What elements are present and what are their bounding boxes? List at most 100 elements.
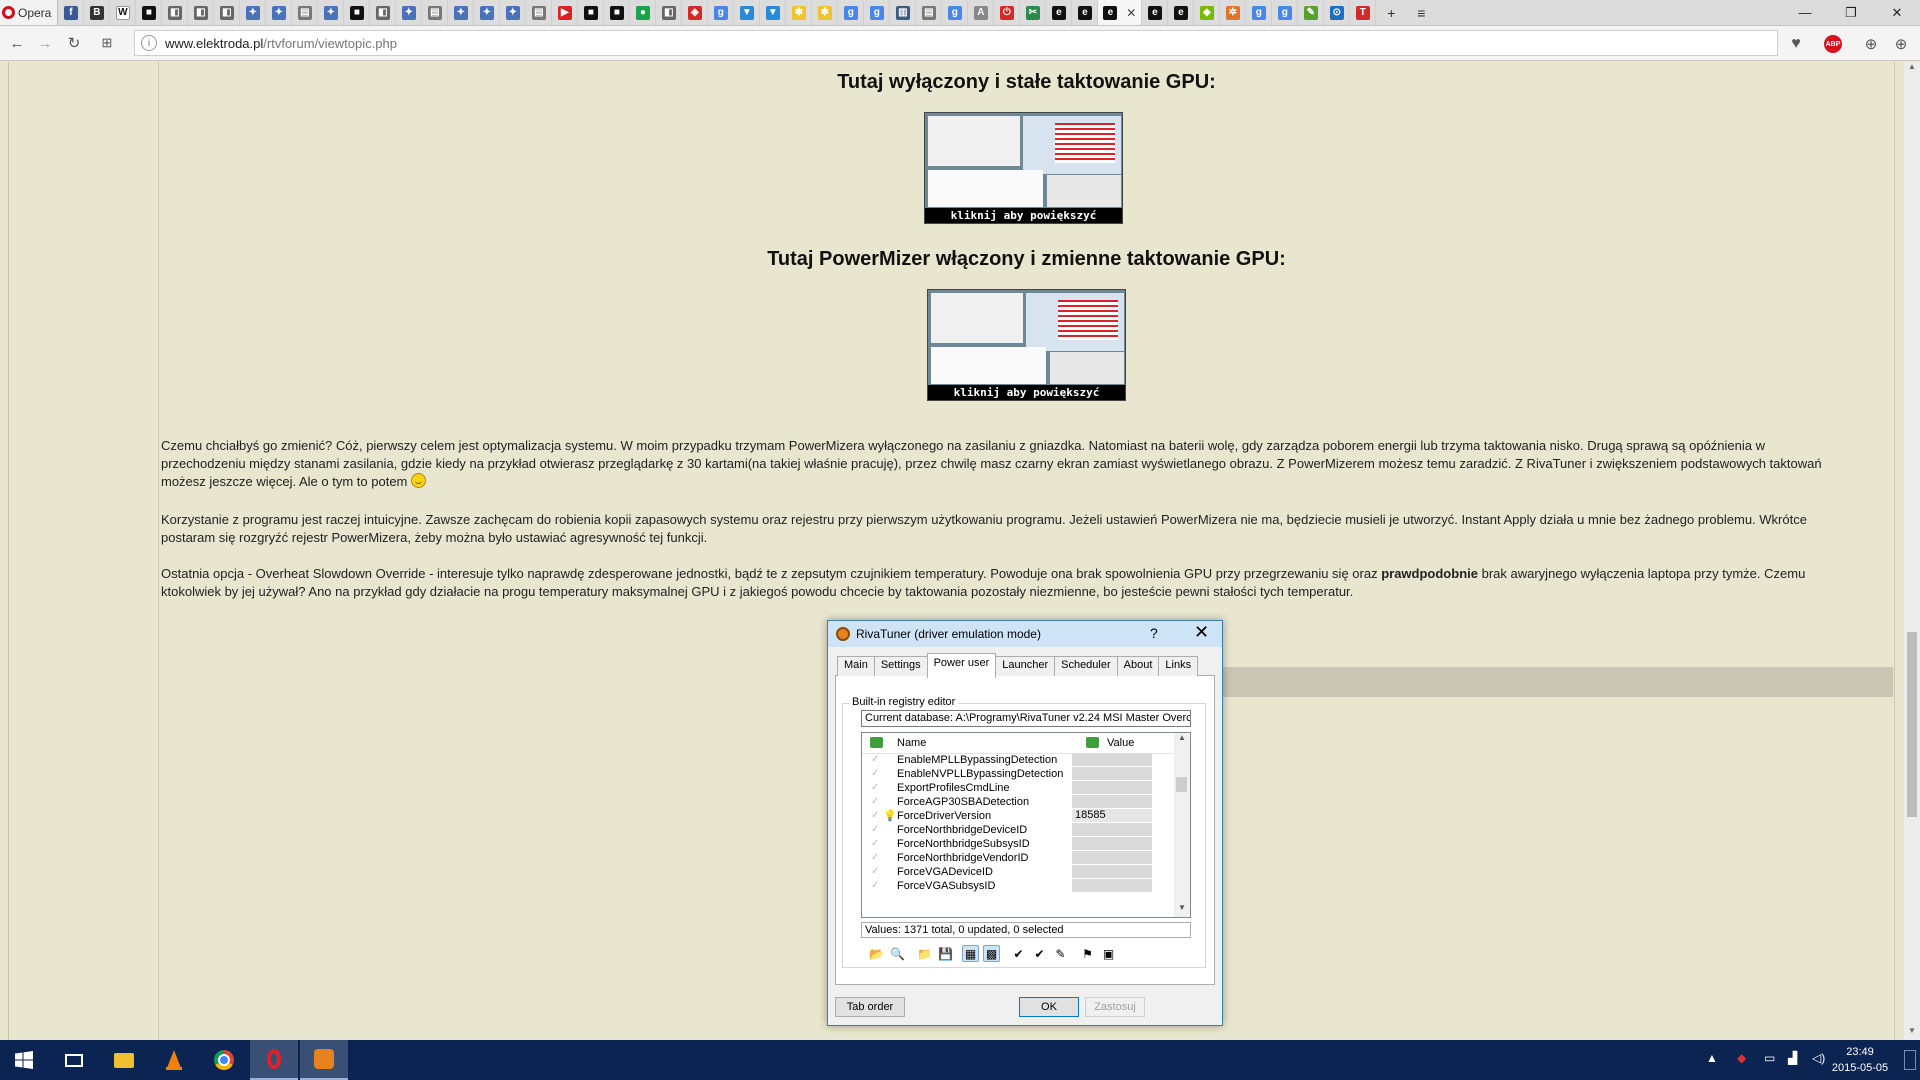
registry-row[interactable]: ✓ ForceNorthbridgeSubsysID xyxy=(862,837,1174,851)
rivatuner-taskbar-button[interactable] xyxy=(300,1040,348,1080)
tab-28[interactable]: ▼ xyxy=(760,0,787,25)
maximize-button[interactable]: ❐ xyxy=(1828,0,1874,25)
tab-17[interactable]: ✦ xyxy=(474,0,501,25)
scroll-up-icon[interactable]: ▲ xyxy=(1174,733,1190,747)
close-tab-icon[interactable]: ✕ xyxy=(1126,6,1136,20)
registry-row[interactable]: ✓ ExportProfilesCmdLine xyxy=(862,781,1174,795)
registry-key-value[interactable] xyxy=(1072,795,1152,808)
new-tab-button[interactable]: + xyxy=(1376,5,1406,21)
address-field[interactable]: i www.elektroda.pl/rtvforum/viewtopic.ph… xyxy=(134,30,1778,56)
tab-10[interactable]: ▤ xyxy=(292,0,319,25)
dialog-tab-settings[interactable]: Settings xyxy=(873,656,928,676)
check-icon[interactable]: ✓ xyxy=(871,782,883,794)
page-scrollbar[interactable]: ▲ ▼ xyxy=(1904,62,1920,1040)
dialog-tab-scheduler[interactable]: Scheduler xyxy=(1054,656,1118,676)
tab-order-button[interactable]: Tab order xyxy=(835,997,905,1017)
search-icon[interactable]: 🔍 xyxy=(889,945,906,962)
grid-scrollbar[interactable]: ▲ ▼ xyxy=(1174,733,1190,917)
check-icon[interactable]: ✓ xyxy=(871,768,883,780)
scroll-down-icon[interactable]: ▼ xyxy=(1174,903,1190,917)
tab-39[interactable]: e xyxy=(1046,0,1073,25)
minimize-button[interactable]: — xyxy=(1782,0,1828,25)
load-icon[interactable]: 📁 xyxy=(916,945,933,962)
tab-7[interactable]: ◧ xyxy=(214,0,241,25)
dialog-close-button[interactable]: ✕ xyxy=(1194,622,1209,643)
registry-key-value[interactable]: 18585 xyxy=(1072,809,1152,822)
tab-11[interactable]: ✦ xyxy=(318,0,345,25)
registry-key-value[interactable] xyxy=(1072,781,1152,794)
tab-1[interactable]: f xyxy=(58,0,85,25)
screenshot-thumbnail-2[interactable]: kliknij aby powiększyć xyxy=(927,289,1126,401)
check-all-icon[interactable]: ✔ xyxy=(1031,945,1048,962)
tab-6[interactable]: ◧ xyxy=(188,0,215,25)
tab-21[interactable]: ■ xyxy=(578,0,605,25)
help-button[interactable]: ? xyxy=(1150,625,1158,641)
registry-row[interactable]: ✓ ForceVGASubsysID xyxy=(862,879,1174,893)
registry-row[interactable]: ✓ ForceNorthbridgeVendorID xyxy=(862,851,1174,865)
tab-16[interactable]: ✦ xyxy=(448,0,475,25)
save-icon[interactable]: 💾 xyxy=(937,945,954,962)
close-window-button[interactable]: ✕ xyxy=(1874,0,1920,25)
registry-key-value[interactable] xyxy=(1072,767,1152,780)
tab-after-3[interactable]: ◆ xyxy=(1194,0,1221,25)
tab-24[interactable]: ◧ xyxy=(656,0,683,25)
dialog-tab-about[interactable]: About xyxy=(1116,656,1160,676)
tab-33[interactable]: ▥ xyxy=(890,0,917,25)
screenshot-thumbnail-1[interactable]: kliknij aby powiększyć xyxy=(924,112,1123,224)
tab-22[interactable]: ■ xyxy=(604,0,631,25)
tab-14[interactable]: ✦ xyxy=(396,0,423,25)
adblock-icon[interactable]: ABP xyxy=(1822,33,1844,55)
database-path-field[interactable]: Current database: A:\Programy\RivaTuner … xyxy=(861,710,1191,727)
tab-29[interactable]: ✱ xyxy=(786,0,813,25)
system-clock[interactable]: 23:49 2015-05-05 xyxy=(1820,1044,1900,1076)
download-icon[interactable]: ⊕ xyxy=(1890,33,1912,55)
check-icon[interactable]: ✔ xyxy=(1010,945,1027,962)
tab-4[interactable]: ■ xyxy=(136,0,163,25)
check-icon[interactable]: ✓ xyxy=(871,754,883,766)
dialog-titlebar[interactable]: RivaTuner (driver emulation mode) ? ✕ xyxy=(828,621,1222,647)
tab-12[interactable]: ■ xyxy=(344,0,371,25)
show-desktop-button[interactable] xyxy=(1904,1050,1916,1070)
tab-30[interactable]: ✱ xyxy=(812,0,839,25)
view-tree-icon[interactable]: ▩ xyxy=(983,945,1000,962)
tab-after-8[interactable]: ⊙ xyxy=(1324,0,1351,25)
dialog-tab-power-user[interactable]: Power user xyxy=(926,653,997,678)
tab-menu-icon[interactable]: ≡ xyxy=(1406,5,1436,21)
tab-31[interactable]: g xyxy=(838,0,865,25)
tab-after-7[interactable]: ✎ xyxy=(1298,0,1325,25)
speed-dial-icon[interactable]: ⊞ xyxy=(97,33,117,53)
open-folder-icon[interactable]: 📂 xyxy=(868,945,885,962)
tab-18[interactable]: ✦ xyxy=(500,0,527,25)
scrollbar-thumb[interactable] xyxy=(1907,632,1917,817)
download-icon[interactable]: ⊕ xyxy=(1860,33,1882,55)
tab-9[interactable]: ✦ xyxy=(266,0,293,25)
forward-button[interactable]: → xyxy=(35,33,55,53)
tab-26[interactable]: g xyxy=(708,0,735,25)
tab-8[interactable]: ✦ xyxy=(240,0,267,25)
vlc-button[interactable] xyxy=(150,1040,198,1080)
registry-row[interactable]: ✓ EnableMPLLBypassingDetection xyxy=(862,753,1174,767)
tab-after-6[interactable]: g xyxy=(1272,0,1299,25)
registry-key-value[interactable] xyxy=(1072,879,1152,892)
tab-13[interactable]: ◧ xyxy=(370,0,397,25)
tab-36[interactable]: A xyxy=(968,0,995,25)
registry-key-value[interactable] xyxy=(1072,823,1152,836)
opera-taskbar-button[interactable] xyxy=(250,1040,298,1080)
scroll-down-icon[interactable]: ▼ xyxy=(1904,1026,1920,1040)
tab-after-2[interactable]: e xyxy=(1168,0,1195,25)
tab-27[interactable]: ▼ xyxy=(734,0,761,25)
registry-key-value[interactable] xyxy=(1072,851,1152,864)
check-icon[interactable]: ✓ xyxy=(871,796,883,808)
tab-after-5[interactable]: g xyxy=(1246,0,1273,25)
tab-32[interactable]: g xyxy=(864,0,891,25)
registry-row[interactable]: ✓ EnableNVPLLBypassingDetection xyxy=(862,767,1174,781)
dialog-tab-links[interactable]: Links xyxy=(1158,656,1199,676)
tab-active[interactable]: e ✕ xyxy=(1098,0,1143,25)
check-icon[interactable]: ✓ xyxy=(871,824,883,836)
tab-35[interactable]: g xyxy=(942,0,969,25)
antivirus-icon[interactable]: ◆ xyxy=(1737,1051,1746,1065)
tab-38[interactable]: ✂ xyxy=(1020,0,1047,25)
heart-icon[interactable]: ♥ xyxy=(1785,33,1807,55)
dialog-tab-main[interactable]: Main xyxy=(837,656,875,676)
tab-after-4[interactable]: ✲ xyxy=(1220,0,1247,25)
